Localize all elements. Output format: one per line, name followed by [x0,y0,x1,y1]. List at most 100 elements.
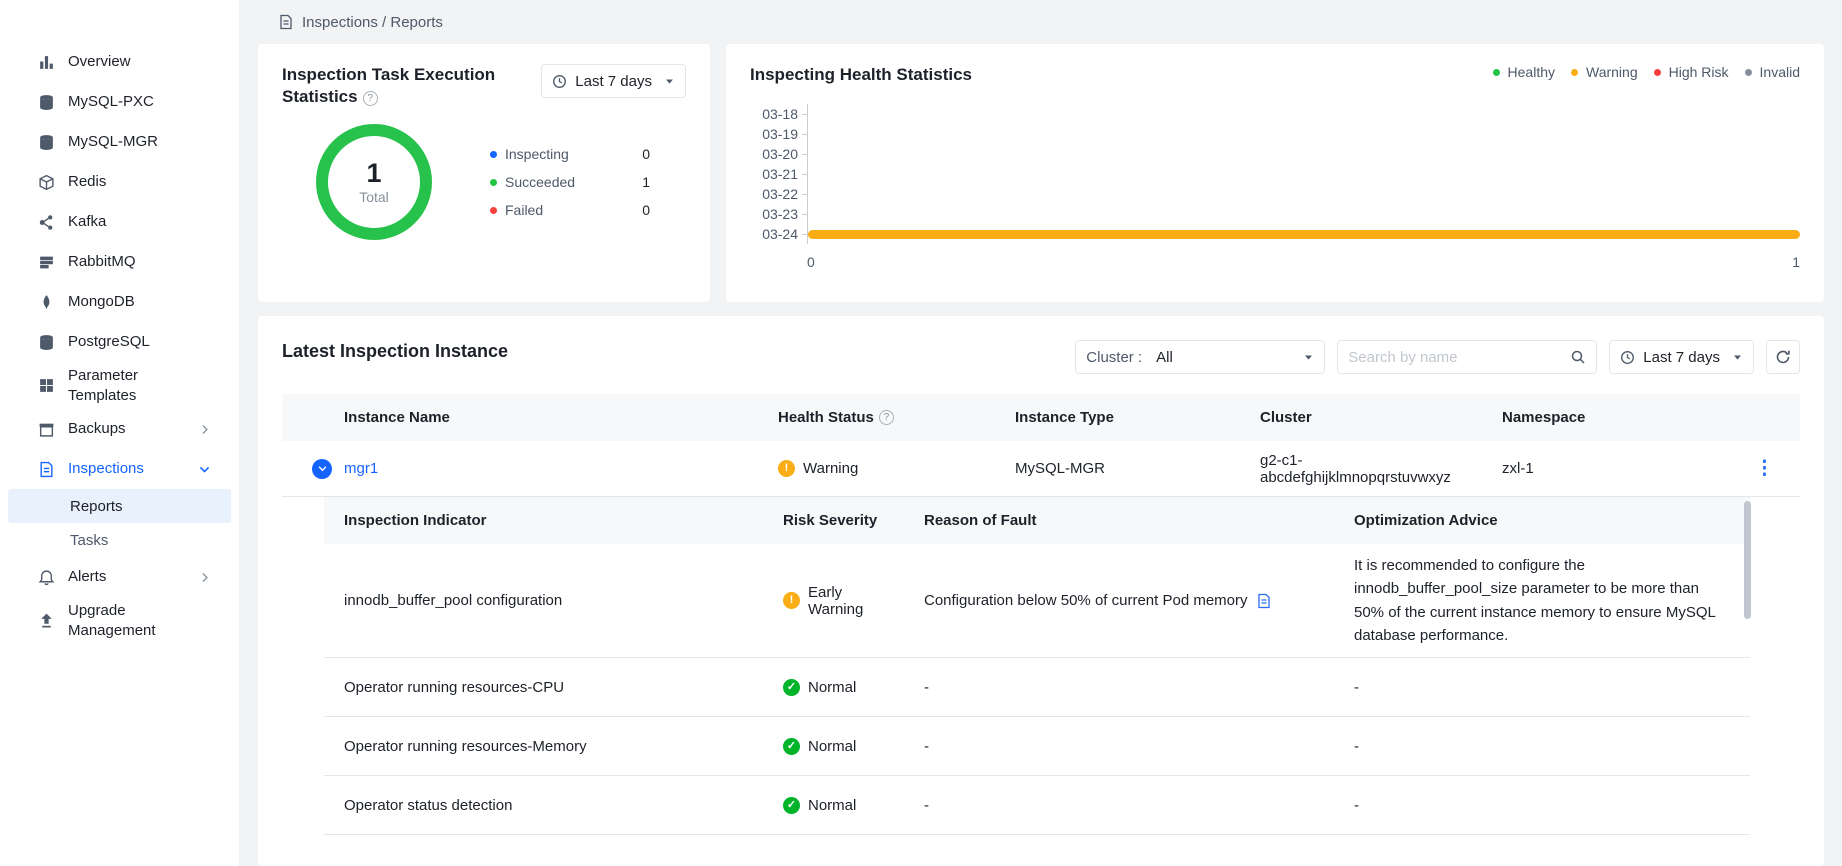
view-report-icon[interactable] [1256,593,1272,609]
sidebar-item-upgrade-management[interactable]: Upgrade Management [0,597,239,644]
health-stats-title: Inspecting Health Statistics [750,64,972,86]
instances-time-range-select[interactable]: Last 7 days [1609,340,1754,374]
caret-down-icon [664,76,675,87]
indicator-value: Operator running resources-Memory [324,728,763,765]
health-chart-row: 03-20 [750,144,1800,164]
breadcrumb-text: Inspections / Reports [302,14,443,31]
health-chart-track [807,144,1800,164]
x-tick-min: 0 [807,254,815,270]
sidebar-item-redis[interactable]: Redis [0,162,239,202]
detail-row: Operator status detection ✓ Normal - - [324,776,1750,835]
collapse-row-toggle[interactable] [312,459,332,479]
legend-item-high-risk: High Risk [1654,64,1729,80]
reason-value: - [904,787,1334,824]
reason-value: - [904,669,1334,706]
main-content: Inspections / Reports Inspection Task Ex… [240,0,1842,866]
leaf-icon [38,294,55,311]
health-chart-legend: Healthy Warning High Risk Invalid [1493,64,1800,80]
inspecting-dot-icon [490,151,497,158]
reason-value: Configuration below 50% of current Pod m… [924,592,1248,609]
detail-row: Operator running resources-CPU ✓ Normal … [324,658,1750,717]
sidebar-subitem-label: Reports [70,498,123,515]
severity-cell: ✓ Normal [763,787,904,824]
help-icon[interactable]: ? [879,410,894,425]
sidebar-item-label: Redis [68,172,106,192]
legend-item-warning: Warning [1571,64,1638,80]
search-icon[interactable] [1570,349,1586,365]
col-namespace: Namespace [1486,409,1702,426]
legend-label: High Risk [1669,64,1729,80]
legend-item-succeeded: Succeeded 1 [490,174,650,190]
check-circle-icon: ✓ [783,738,800,755]
task-time-range-select[interactable]: Last 7 days [541,64,686,98]
sidebar-item-backups[interactable]: Backups [0,409,239,449]
health-chart-ylabel: 03-22 [750,186,798,202]
sidebar-item-postgresql[interactable]: PostgreSQL [0,322,239,362]
healthy-dot-icon [1493,69,1500,76]
detail-row: Single node CPU utilization ✓ Normal - - [324,835,1750,842]
advice-value: - [1334,669,1750,706]
advice-value: It is recommended to configure the innod… [1334,544,1750,657]
sidebar-item-label: MongoDB [68,292,135,312]
col-health-status: Health Status? [762,409,999,426]
severity-value: Normal [808,738,856,755]
cluster-value: g2-c1-abcdefghijklmnopqrstuvwxyz [1244,452,1486,486]
health-chart-track [807,164,1800,184]
sidebar-item-alerts[interactable]: Alerts [0,557,239,597]
clock-icon [552,74,567,89]
row-actions-menu-icon[interactable]: ⋮ [1755,457,1774,480]
col-optimization-advice: Optimization Advice [1334,512,1750,529]
reason-cell: Configuration below 50% of current Pod m… [904,582,1334,619]
task-donut-legend: Inspecting 0 Succeeded 1 Failed 0 [490,146,650,218]
sidebar-item-label: Upgrade Management [68,601,188,640]
sidebar-item-mysql-mgr[interactable]: MySQL-MGR [0,122,239,162]
sidebar-item-kafka[interactable]: Kafka [0,202,239,242]
health-chart-row: 03-18 [750,104,1800,124]
table-header: Instance Name Health Status? Instance Ty… [282,394,1800,441]
check-circle-icon: ✓ [783,679,800,696]
sidebar-item-label: RabbitMQ [68,252,136,272]
health-chart-row: 03-19 [750,124,1800,144]
health-chart-track [807,224,1800,244]
sidebar-item-inspections[interactable]: Inspections [0,449,239,489]
task-stats-title: Inspection Task Execution Statistics? [282,64,517,108]
severity-cell: ✓ Normal [763,669,904,706]
bell-icon [38,569,55,586]
health-chart-rows: 03-1803-1903-2003-2103-2203-2303-24 [750,104,1800,244]
sidebar-item-label: Kafka [68,212,106,232]
detail-header: Inspection Indicator Risk Severity Reaso… [324,497,1750,544]
chevron-right-icon [198,571,211,584]
latest-inspection-card: Latest Inspection Instance Cluster : All… [258,316,1824,866]
caret-down-icon [1732,352,1743,363]
sidebar-item-reports[interactable]: Reports [8,489,231,523]
instance-name-link[interactable]: mgr1 [344,460,378,477]
x-tick-max: 1 [1792,254,1800,270]
donut-total-label: Total [359,189,389,205]
instance-type-value: MySQL-MGR [999,460,1244,477]
health-chart-ylabel: 03-24 [750,226,798,242]
sidebar-item-overview[interactable]: Overview [0,42,239,82]
network-icon [38,214,55,231]
sidebar-item-rabbitmq[interactable]: RabbitMQ [0,242,239,282]
sidebar-item-label: Alerts [68,567,106,587]
cluster-filter-select[interactable]: Cluster : All [1075,340,1325,374]
sidebar-item-mongodb[interactable]: MongoDB [0,282,239,322]
queue-icon [38,254,55,271]
sidebar-item-tasks[interactable]: Tasks [8,523,231,557]
warning-dot-icon [1571,69,1578,76]
vertical-scrollbar-thumb[interactable] [1744,501,1751,619]
cluster-filter-value: All [1156,349,1173,366]
warning-circle-icon: ! [778,460,795,477]
col-reason-of-fault: Reason of Fault [904,512,1334,529]
time-range-value: Last 7 days [1643,349,1720,366]
refresh-button[interactable] [1766,340,1800,374]
sidebar-item-label: Parameter Templates [68,366,188,405]
sidebar-item-parameter-templates[interactable]: Parameter Templates [0,362,239,409]
sidebar-subitem-label: Tasks [70,532,108,549]
overview-chart-icon [38,54,55,71]
upgrade-icon [38,612,55,629]
help-icon[interactable]: ? [363,91,378,106]
sidebar-item-mysql-pxc[interactable]: MySQL-PXC [0,82,239,122]
search-input[interactable] [1348,349,1570,366]
table-row[interactable]: mgr1 ! Warning MySQL-MGR g2-c1-abcdefghi… [282,441,1800,497]
